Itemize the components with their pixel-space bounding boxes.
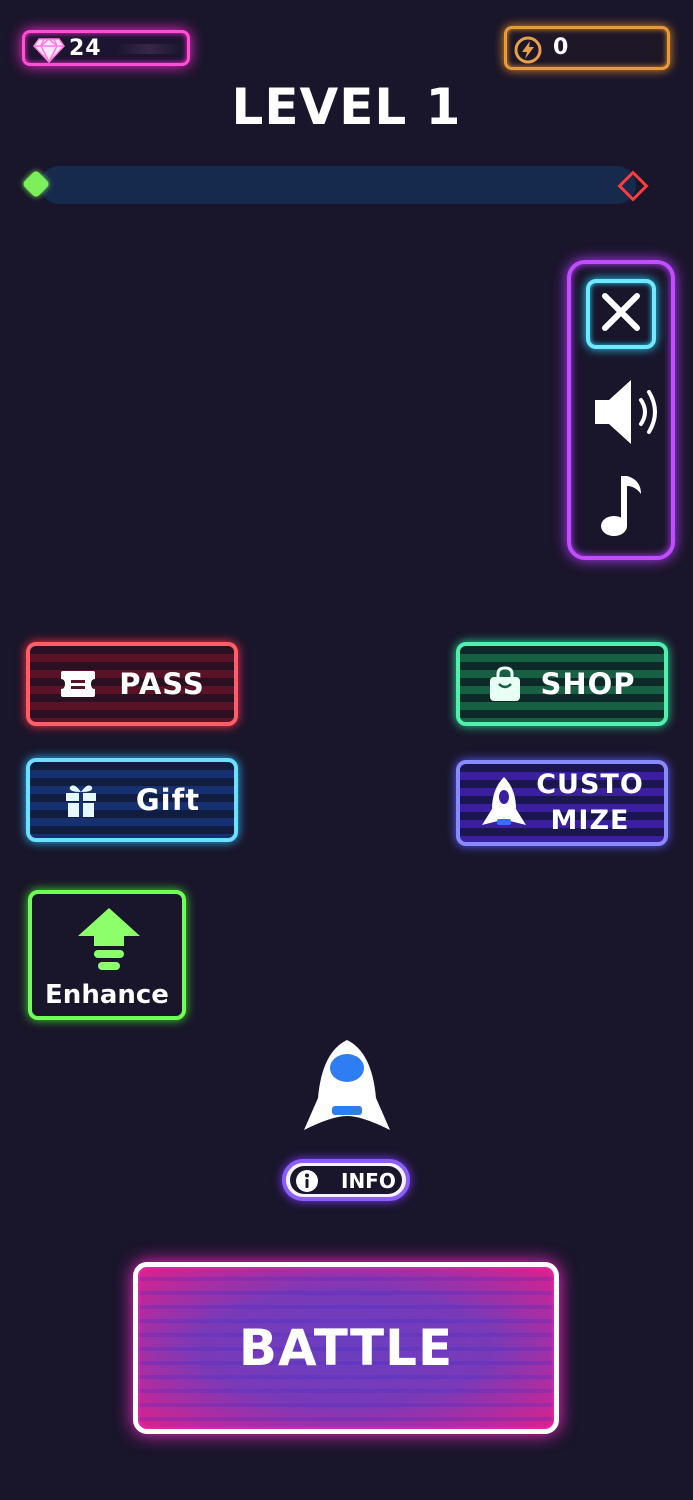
pass-button[interactable]: PASS [26, 642, 238, 726]
info-label: INFO [341, 1169, 396, 1193]
diamond-icon [33, 37, 65, 64]
customize-label-line1: CUSTO [536, 769, 644, 800]
gem-count: 24 [69, 36, 102, 61]
gem-counter[interactable]: 24 [22, 30, 190, 66]
gift-icon [64, 782, 98, 818]
battle-label: BATTLE [238, 1319, 454, 1377]
player-ship [302, 1038, 392, 1138]
gem-counter-bar [117, 44, 181, 54]
level-progress-bar [40, 166, 636, 204]
music-note-icon [597, 476, 647, 544]
gift-button[interactable]: Gift [26, 758, 238, 842]
pass-label: PASS [119, 667, 205, 701]
music-toggle-button[interactable] [597, 470, 647, 540]
gift-label: Gift [135, 783, 201, 817]
info-icon [295, 1169, 319, 1193]
speaker-icon [591, 380, 663, 456]
close-button[interactable] [586, 279, 656, 349]
enhance-button[interactable]: Enhance [28, 890, 186, 1020]
customize-label-line2: MIZE [550, 805, 630, 836]
close-icon [599, 290, 643, 338]
shop-button[interactable]: SHOP [456, 642, 668, 726]
battle-button[interactable]: BATTLE [133, 1262, 559, 1434]
info-button[interactable]: INFO [282, 1159, 410, 1201]
ticket-icon [59, 669, 97, 699]
customize-label: CUSTO MIZE [536, 767, 644, 839]
rocket-icon [480, 775, 528, 831]
enhance-label: Enhance [45, 980, 169, 1010]
shopping-bag-icon [488, 666, 522, 702]
lightning-icon [513, 35, 543, 65]
customize-button[interactable]: CUSTO MIZE [456, 760, 668, 846]
shop-label: SHOP [540, 667, 636, 701]
sound-toggle-button[interactable] [591, 372, 663, 452]
energy-count: 0 [553, 35, 570, 60]
settings-panel [567, 260, 675, 560]
level-title: LEVEL 1 [231, 78, 462, 136]
energy-counter[interactable]: 0 [504, 26, 670, 70]
upgrade-arrow-icon [74, 904, 144, 976]
